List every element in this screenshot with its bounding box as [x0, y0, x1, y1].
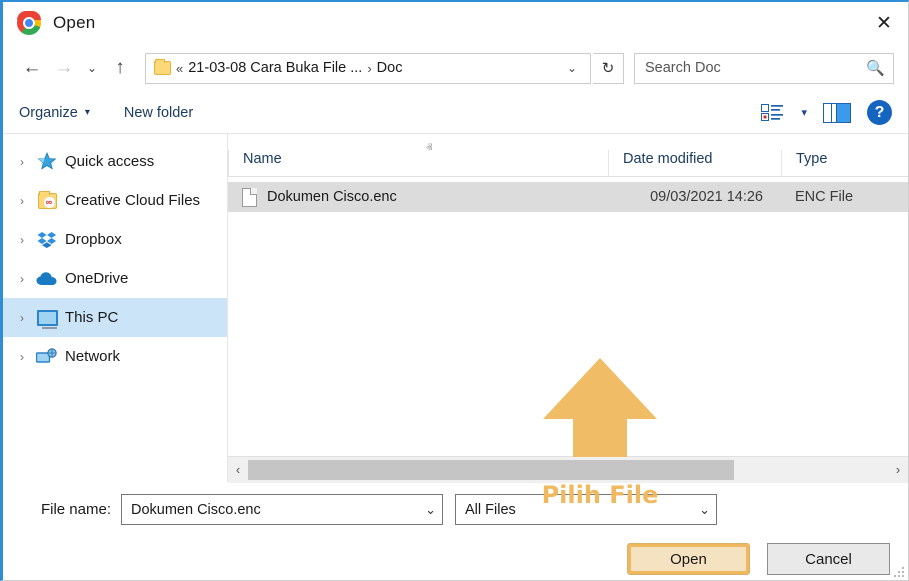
chevron-down-icon: ▾ — [84, 107, 90, 118]
up-button[interactable]: ↑ — [105, 53, 135, 83]
chevron-right-icon[interactable]: › — [11, 194, 33, 208]
dropbox-icon — [33, 231, 61, 249]
dialog-body: › Quick access › ∞ Creative Cloud Files … — [3, 134, 908, 509]
preview-pane-icon[interactable] — [823, 102, 851, 123]
title-bar: Open ✕ — [3, 2, 908, 44]
table-row[interactable]: Dokumen Cisco.enc 09/03/2021 14:26 ENC F… — [228, 182, 908, 212]
resize-grip[interactable] — [892, 565, 904, 577]
file-type-filter-select[interactable]: All Files ⌄ — [455, 494, 717, 525]
chevron-right-icon[interactable]: › — [11, 233, 33, 247]
filename-row: File name: Dokumen Cisco.enc ⌄ All Files… — [19, 494, 892, 525]
file-rows: Dokumen Cisco.enc 09/03/2021 14:26 ENC F… — [228, 177, 908, 456]
sidebar-item-label: Dropbox — [65, 231, 122, 248]
folder-icon — [154, 59, 171, 75]
sidebar-item-label: Creative Cloud Files — [65, 192, 201, 209]
close-icon[interactable]: ✕ — [860, 2, 908, 44]
dialog-buttons: Open Cancel — [19, 543, 892, 575]
command-bar-right: ▾ ? — [761, 100, 892, 125]
new-folder-label: New folder — [123, 104, 194, 121]
sidebar-item-label: This PC — [65, 309, 119, 326]
chevron-right-icon[interactable]: › — [11, 350, 33, 364]
scroll-right-arrow[interactable]: › — [888, 456, 908, 483]
chevron-right-icon[interactable]: › — [11, 272, 33, 286]
filename-input[interactable]: Dokumen Cisco.enc ⌄ — [121, 494, 443, 525]
new-folder-button[interactable]: New folder — [124, 105, 193, 121]
file-name-cell: Dokumen Cisco.enc — [228, 187, 608, 207]
breadcrumb-overflow[interactable]: « — [176, 61, 183, 76]
file-name-label: Dokumen Cisco.enc — [267, 189, 397, 205]
column-header-date-modified[interactable]: Date modified — [608, 150, 781, 176]
chevron-down-icon[interactable]: ▾ — [801, 106, 807, 119]
column-header-type[interactable]: Type — [781, 150, 908, 176]
chevron-down-icon[interactable]: ⌄ — [560, 61, 584, 75]
sidebar-item-this-pc[interactable]: › This PC — [3, 298, 227, 337]
search-input[interactable] — [643, 59, 867, 77]
creative-cloud-folder-icon: ∞ — [33, 190, 61, 209]
sidebar-item-network[interactable]: › Network — [3, 337, 227, 376]
sidebar-item-label: Network — [65, 348, 121, 365]
chevron-down-icon[interactable]: ⌄ — [691, 502, 710, 518]
search-icon: 🔍 — [866, 60, 885, 77]
chevron-down-icon[interactable]: ⌄ — [417, 502, 436, 518]
filename-label: File name: — [40, 501, 111, 518]
filename-value: Dokumen Cisco.enc — [131, 501, 261, 518]
column-headers: ⱏ Name Date modified Type — [228, 134, 908, 177]
back-button[interactable]: ← — [17, 53, 47, 83]
window-title: Open — [53, 13, 96, 32]
column-header-name[interactable]: Name — [228, 150, 608, 176]
network-icon — [33, 347, 61, 366]
onedrive-cloud-icon — [33, 271, 61, 287]
sidebar-item-creative-cloud-files[interactable]: › ∞ Creative Cloud Files — [3, 181, 227, 220]
view-options-icon[interactable] — [761, 103, 785, 122]
sidebar-item-onedrive[interactable]: › OneDrive — [3, 259, 227, 298]
chevron-right-icon[interactable]: › — [11, 155, 33, 169]
breadcrumb-separator: › — [367, 60, 372, 76]
breadcrumb-parent[interactable]: 21-03-08 Cara Buka File ... — [188, 60, 362, 76]
file-type-cell: ENC File — [795, 189, 854, 205]
organize-label: Organize — [19, 104, 78, 121]
search-box[interactable]: 🔍 — [634, 52, 894, 84]
navigation-sidebar: › Quick access › ∞ Creative Cloud Files … — [3, 134, 228, 482]
scrollbar-track[interactable] — [248, 456, 888, 483]
open-button[interactable]: Open — [627, 543, 750, 575]
sort-ascending-icon: ⱏ — [426, 140, 433, 155]
star-icon — [33, 152, 61, 171]
address-bar-breadcrumb[interactable]: « 21-03-08 Cara Buka File ... › Doc ⌄ — [145, 52, 591, 84]
scroll-left-arrow[interactable]: ‹ — [228, 456, 248, 483]
recent-locations-button[interactable]: ⌄ — [81, 53, 103, 83]
refresh-button[interactable]: ↻ — [593, 52, 624, 84]
horizontal-scrollbar[interactable]: ‹ › — [228, 456, 908, 483]
document-icon — [242, 187, 257, 207]
help-button[interactable]: ? — [867, 100, 892, 125]
chevron-right-icon[interactable]: › — [11, 311, 33, 325]
filter-value: All Files — [465, 501, 516, 518]
navigation-bar: ← → ⌄ ↑ « 21-03-08 Cara Buka File ... › … — [3, 44, 908, 92]
breadcrumb-current[interactable]: Doc — [377, 60, 403, 76]
sidebar-item-label: OneDrive — [65, 270, 129, 287]
dialog-footer: File name: Dokumen Cisco.enc ⌄ All Files… — [3, 482, 908, 575]
cancel-button[interactable]: Cancel — [767, 543, 890, 575]
sidebar-item-quick-access[interactable]: › Quick access — [3, 142, 227, 181]
organize-button[interactable]: Organize ▾ — [19, 105, 90, 121]
forward-button[interactable]: → — [49, 53, 79, 83]
scrollbar-thumb[interactable] — [248, 459, 735, 480]
file-date-cell: 09/03/2021 14:26 — [650, 189, 763, 205]
monitor-icon — [33, 309, 61, 329]
sidebar-item-dropbox[interactable]: › Dropbox — [3, 220, 227, 259]
file-list-panel: ⱏ Name Date modified Type Dokumen Cisco.… — [228, 134, 908, 509]
sidebar-item-label: Quick access — [65, 153, 155, 170]
command-bar: Organize ▾ New folder ▾ ? — [3, 92, 908, 134]
chrome-logo-icon — [17, 11, 41, 35]
open-file-dialog: Open ✕ ← → ⌄ ↑ « 21-03-08 Cara Buka File… — [0, 0, 909, 581]
